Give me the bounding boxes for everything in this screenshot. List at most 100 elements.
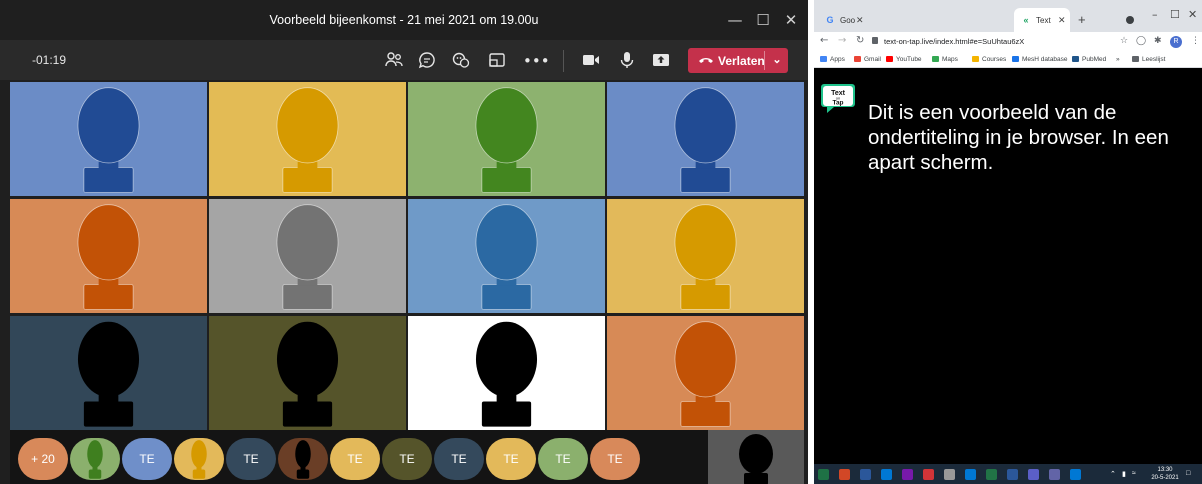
camera-icon[interactable]: [580, 50, 602, 72]
minimize-button[interactable]: —: [722, 9, 748, 31]
participant-tile[interactable]: [209, 199, 406, 313]
record-indicator-icon: [1126, 16, 1134, 24]
bookmark-label: MesH database: [1022, 56, 1068, 63]
close-icon[interactable]: ✕: [856, 15, 864, 26]
participant-chip[interactable]: TE: [330, 438, 380, 480]
profile-avatar[interactable]: R: [1170, 36, 1182, 48]
tray-chevron-icon[interactable]: ⌃: [1110, 470, 1116, 478]
participant-initials: TE: [555, 452, 571, 466]
taskbar-app-icon[interactable]: [1049, 469, 1060, 480]
taskbar-app-icon[interactable]: [1028, 469, 1039, 480]
people-icon[interactable]: [383, 50, 405, 72]
more-icon[interactable]: •••: [523, 50, 550, 72]
reactions-icon[interactable]: [450, 50, 472, 72]
forward-icon[interactable]: →: [838, 35, 846, 46]
browser-close-button[interactable]: ✕: [1188, 8, 1197, 21]
menu-icon[interactable]: ⋮: [1191, 36, 1200, 46]
wifi-icon[interactable]: ≈: [1132, 470, 1136, 477]
taskbar-app-icon[interactable]: [923, 469, 934, 480]
participant-tile[interactable]: [607, 199, 804, 313]
bookmark-item[interactable]: Apps: [820, 56, 845, 63]
hangup-icon: [699, 58, 713, 63]
bookmark-item[interactable]: Leeslijst: [1132, 56, 1165, 63]
toolbar-divider: [563, 50, 564, 72]
clock-date: 20-5-2021: [1151, 475, 1179, 481]
bookmark-label: YouTube: [896, 56, 922, 63]
participant-tile[interactable]: [10, 82, 207, 196]
participant-chip[interactable]: + 20: [18, 438, 68, 480]
participant-chip-avatar[interactable]: [70, 438, 120, 480]
back-icon[interactable]: ←: [820, 35, 828, 46]
star-icon[interactable]: ☆: [1120, 36, 1128, 46]
participant-chip[interactable]: TE: [122, 438, 172, 480]
participant-tile[interactable]: [10, 316, 207, 430]
participant-tile[interactable]: [10, 199, 207, 313]
participant-tile[interactable]: [408, 82, 605, 196]
taskbar-app-icon[interactable]: [881, 469, 892, 480]
participant-tile[interactable]: [607, 316, 804, 430]
participant-tile[interactable]: [607, 82, 804, 196]
battery-icon[interactable]: ▮: [1122, 470, 1126, 478]
participant-chip-avatar[interactable]: [278, 438, 328, 480]
taskbar-app-icon[interactable]: [1007, 469, 1018, 480]
taskbar-clock[interactable]: 13:30 20-5-2021: [1149, 466, 1181, 482]
participant-chip[interactable]: TE: [434, 438, 484, 480]
taskbar-app-icon[interactable]: [1070, 469, 1081, 480]
taskbar-app-icon[interactable]: [986, 469, 997, 480]
taskbar-app-icon[interactable]: [839, 469, 850, 480]
screen: Voorbeeld bijeenkomst - 21 mei 2021 om 1…: [0, 0, 1202, 484]
browser-minimize-button[interactable]: –: [1152, 8, 1158, 21]
self-video-preview[interactable]: [708, 430, 804, 484]
taskbar-app-icon[interactable]: [965, 469, 976, 480]
participant-chip[interactable]: TE: [486, 438, 536, 480]
bookmark-item[interactable]: Maps: [932, 56, 958, 63]
participant-chip[interactable]: TE: [538, 438, 588, 480]
taskbar-app-icon[interactable]: [944, 469, 955, 480]
taskbar-app-icon[interactable]: [860, 469, 871, 480]
maximize-button[interactable]: ☐: [750, 9, 776, 31]
browser-tab-strip: G Goo ✕ « Text ✕ + – ☐ ✕: [814, 0, 1202, 32]
browser-maximize-button[interactable]: ☐: [1170, 8, 1180, 21]
participant-chip-avatar[interactable]: [174, 438, 224, 480]
mic-icon[interactable]: [616, 50, 638, 72]
extension-icon[interactable]: ◯: [1136, 36, 1146, 46]
puzzle-icon[interactable]: ✱: [1154, 36, 1162, 46]
new-tab-button[interactable]: +: [1078, 12, 1086, 27]
notifications-icon[interactable]: □: [1186, 470, 1190, 477]
bookmark-item[interactable]: »: [1116, 56, 1120, 63]
participant-chip[interactable]: TE: [382, 438, 432, 480]
close-button[interactable]: ✕: [778, 9, 804, 31]
google-favicon-icon: G: [826, 15, 834, 25]
participant-chip[interactable]: TE: [590, 438, 640, 480]
bookmark-item[interactable]: PubMed: [1072, 56, 1106, 63]
share-screen-icon[interactable]: [650, 50, 672, 72]
participant-tile[interactable]: [209, 316, 406, 430]
chevron-down-icon[interactable]: ⌄: [768, 51, 786, 70]
bookmark-item[interactable]: Gmail: [854, 56, 881, 63]
rooms-icon[interactable]: [486, 50, 508, 72]
participant-tile[interactable]: [408, 316, 605, 430]
tab-google[interactable]: G Goo ✕: [818, 8, 866, 32]
participant-tile[interactable]: [209, 82, 406, 196]
meeting-toolbar: -01:19 ••• Verlaten ⌄: [0, 40, 808, 80]
participant-strip: + 20 TE TE TE TE TE TE TE TE: [10, 430, 804, 484]
url-field[interactable]: text-on-tap.live/index.html#e=SuUhtau6zX: [884, 37, 1024, 46]
tab-text-on-tap[interactable]: « Text ✕: [1014, 8, 1070, 32]
taskbar-app-icon[interactable]: [818, 469, 829, 480]
participant-avatar-icon: [77, 87, 140, 193]
browser-window: G Goo ✕ « Text ✕ + – ☐ ✕ ← → ↻ text-on-t…: [814, 0, 1202, 484]
close-icon[interactable]: ✕: [1058, 15, 1066, 26]
participant-initials: TE: [503, 452, 519, 466]
participant-chip[interactable]: TE: [226, 438, 276, 480]
participant-tile[interactable]: [408, 199, 605, 313]
bookmark-item[interactable]: YouTube: [886, 56, 922, 63]
taskbar-app-icon[interactable]: [902, 469, 913, 480]
bookmark-item[interactable]: MesH database: [1012, 56, 1068, 63]
windows-taskbar: ⌃ ▮ ≈ 13:30 20-5-2021 □: [814, 464, 1202, 484]
bookmark-item[interactable]: Courses: [972, 56, 1006, 63]
participant-initials: + 20: [31, 452, 55, 466]
live-caption-text: Dit is een voorbeeld van de ondertitelin…: [868, 101, 1169, 174]
chat-icon[interactable]: [416, 50, 438, 72]
leave-button[interactable]: Verlaten ⌄: [688, 48, 788, 73]
reload-icon[interactable]: ↻: [856, 35, 864, 46]
